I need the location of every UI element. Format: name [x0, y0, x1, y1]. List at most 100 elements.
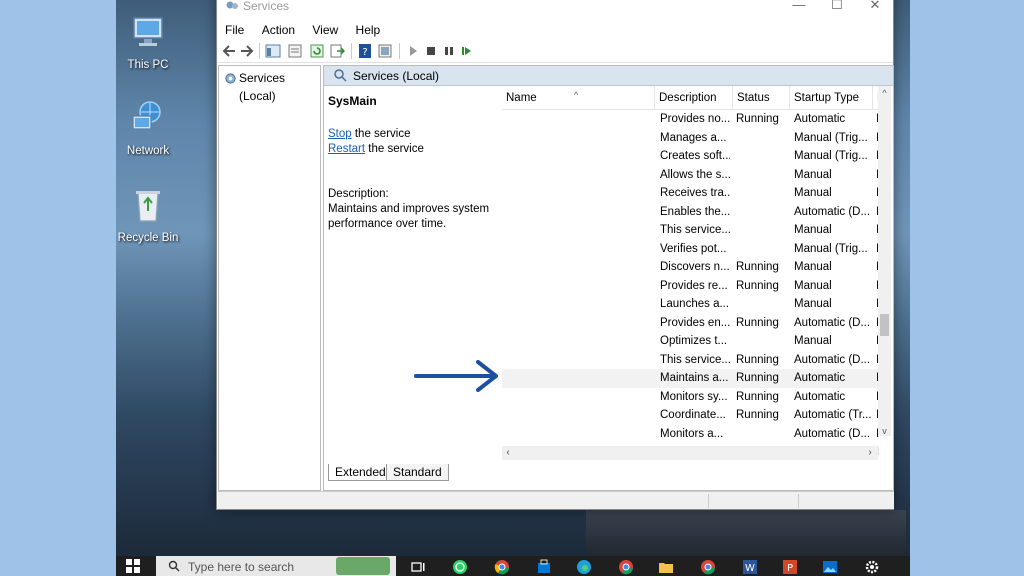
table-row[interactable]: Sync Host_17ca500This service...RunningA…	[502, 351, 879, 370]
service-startup-cell: Manual (Trig...	[794, 150, 868, 162]
desktop-icon-recycle-bin[interactable]: Recycle Bin	[116, 185, 180, 244]
toolbar-separator	[259, 43, 260, 59]
service-description-cell: This service...	[660, 353, 730, 366]
column-header-startup-type[interactable]: Startup Type	[790, 86, 873, 110]
task-view-icon[interactable]	[410, 559, 426, 575]
pause-service-icon[interactable]	[441, 43, 457, 59]
service-startup-cell: Manual	[794, 298, 832, 310]
scrollbar-thumb[interactable]	[880, 314, 889, 336]
service-startup-cell: Automatic (D...	[794, 353, 871, 366]
service-description-cell: Monitors a...	[660, 427, 724, 440]
table-row[interactable]: Smart Card Device Enum...Creates soft...…	[502, 147, 879, 166]
desktop-wallpaper-rocks	[586, 510, 906, 556]
table-row[interactable]: SSDP DiscoveryDiscovers n...RunningManua…	[502, 258, 879, 277]
chrome-icon[interactable]	[700, 559, 716, 575]
table-row[interactable]: Shell Hardware DetectionProvides no...Ru…	[502, 110, 879, 129]
menu-file[interactable]: File	[225, 21, 244, 39]
export-list-icon[interactable]	[329, 43, 345, 59]
menu-help[interactable]: Help	[356, 21, 381, 39]
service-startup-cell: Automatic (D...	[794, 316, 871, 329]
toolbar: ?	[217, 39, 893, 63]
properties-icon[interactable]	[287, 43, 303, 59]
horizontal-scrollbar[interactable]: ‹ ›	[502, 446, 878, 460]
table-row[interactable]: SysMainMaintains a...RunningAutomaticI	[502, 369, 879, 388]
table-row[interactable]: Smart Card Removal Poli...Allows the s..…	[502, 166, 879, 185]
windows-start-icon[interactable]	[126, 559, 140, 573]
service-status-cell: Running	[736, 279, 779, 292]
computer-icon	[133, 17, 163, 46]
restart-service-link[interactable]: Restart	[328, 143, 365, 155]
maximize-button[interactable]: ☐	[829, 0, 845, 13]
start-service-icon[interactable]	[405, 43, 421, 59]
scroll-right-icon[interactable]: ›	[864, 446, 876, 460]
services-window: Services — ☐ ✕ File Action View Help ? S…	[216, 0, 894, 510]
service-description-cell: Discovers n...	[660, 261, 730, 273]
table-row[interactable]: State Repository ServiceProvides re...Ru…	[502, 277, 879, 296]
toolbar-separator	[351, 43, 352, 59]
stop-service-icon[interactable]	[423, 43, 439, 59]
menu-action[interactable]: Action	[262, 21, 295, 39]
help-icon[interactable]: ?	[357, 43, 373, 59]
table-row[interactable]: System Guard Runtime ...Monitors a...Aut…	[502, 425, 879, 444]
tree-item-services-local[interactable]: Services (Local)	[222, 69, 317, 103]
restart-link-suffix: the service	[365, 143, 424, 155]
back-arrow-icon[interactable]	[221, 43, 237, 59]
service-startup-cell: Manual	[794, 335, 832, 347]
whatsapp-icon[interactable]	[452, 559, 468, 575]
minimize-button[interactable]: —	[791, 0, 807, 13]
column-header-description[interactable]: Description	[655, 86, 733, 110]
table-row[interactable]: System Event Notification...Monitors sy.…	[502, 388, 879, 407]
restart-service-icon[interactable]	[459, 43, 475, 59]
store-icon[interactable]	[536, 559, 552, 575]
word-icon[interactable]: W	[742, 559, 758, 575]
menu-view[interactable]: View	[312, 21, 338, 39]
desktop-icon-this-pc[interactable]: This PC	[116, 12, 180, 71]
table-row[interactable]: System Events BrokerCoordinate...Running…	[502, 406, 879, 425]
search-icon	[334, 69, 347, 82]
service-description-cell: Provides no...	[660, 113, 730, 125]
photos-icon[interactable]	[822, 559, 838, 575]
close-button[interactable]: ✕	[867, 0, 883, 13]
tab-standard[interactable]: Standard	[386, 464, 449, 481]
table-row[interactable]: Spot VerifierVerifies pot...Manual (Trig…	[502, 240, 879, 259]
menu-bar: File Action View Help	[217, 21, 893, 39]
powerpoint-icon[interactable]: P	[782, 559, 798, 575]
chrome-icon[interactable]	[618, 559, 634, 575]
panel-header: Services (Local)	[324, 66, 893, 86]
scroll-left-icon[interactable]: ‹	[502, 446, 514, 460]
column-header-name[interactable]: Name ^	[502, 86, 655, 110]
table-row[interactable]: Storage ServiceProvides en...RunningAuto…	[502, 314, 879, 333]
forward-arrow-icon[interactable]	[239, 43, 255, 59]
stop-service-link[interactable]: Stop	[328, 128, 352, 140]
table-row[interactable]: Smart CardManages a...Manual (Trig...I	[502, 129, 879, 148]
taskbar-search-box[interactable]: Type here to search	[156, 556, 396, 576]
scroll-down-icon[interactable]: v	[878, 426, 891, 438]
desktop-icon-label: This PC	[127, 59, 169, 71]
refresh-icon[interactable]	[309, 43, 325, 59]
service-description-cell: Launches a...	[660, 298, 730, 310]
table-row[interactable]: SNMP TrapReceives tra...ManualI	[502, 184, 879, 203]
table-row[interactable]: Spatial Data ServiceThis service...Manua…	[502, 221, 879, 240]
service-description-cell: Enables the...	[660, 205, 730, 218]
edge-icon[interactable]	[576, 559, 592, 575]
tree-item-label: Services (Local)	[239, 71, 286, 103]
scroll-up-icon[interactable]: ^	[878, 88, 891, 100]
service-startup-cell: Automatic (D...	[794, 205, 871, 218]
desktop-icon-network[interactable]: Network	[116, 98, 180, 157]
vertical-scrollbar[interactable]: ^ v	[878, 86, 891, 436]
chrome-icon[interactable]	[494, 559, 510, 575]
help-topics-icon[interactable]	[377, 43, 393, 59]
table-row[interactable]: Still Image Acquisition Ev...Launches a.…	[502, 295, 879, 314]
service-description-cell: Manages a...	[660, 131, 727, 144]
table-row[interactable]: Storage Tiers Managem...Optimizes t...Ma…	[502, 332, 879, 351]
status-segment	[708, 494, 709, 508]
table-row[interactable]: Software ProtectionEnables the...Automat…	[502, 203, 879, 222]
svg-text:?: ?	[362, 47, 367, 58]
show-console-tree-icon[interactable]	[265, 43, 281, 59]
file-explorer-icon[interactable]	[658, 559, 674, 575]
title-bar[interactable]: Services — ☐ ✕	[217, 0, 893, 19]
tab-extended[interactable]: Extended	[328, 464, 393, 481]
column-header-status[interactable]: Status	[733, 86, 790, 110]
service-description-cell: Optimizes t...	[660, 335, 728, 347]
settings-gear-icon[interactable]	[864, 559, 880, 575]
